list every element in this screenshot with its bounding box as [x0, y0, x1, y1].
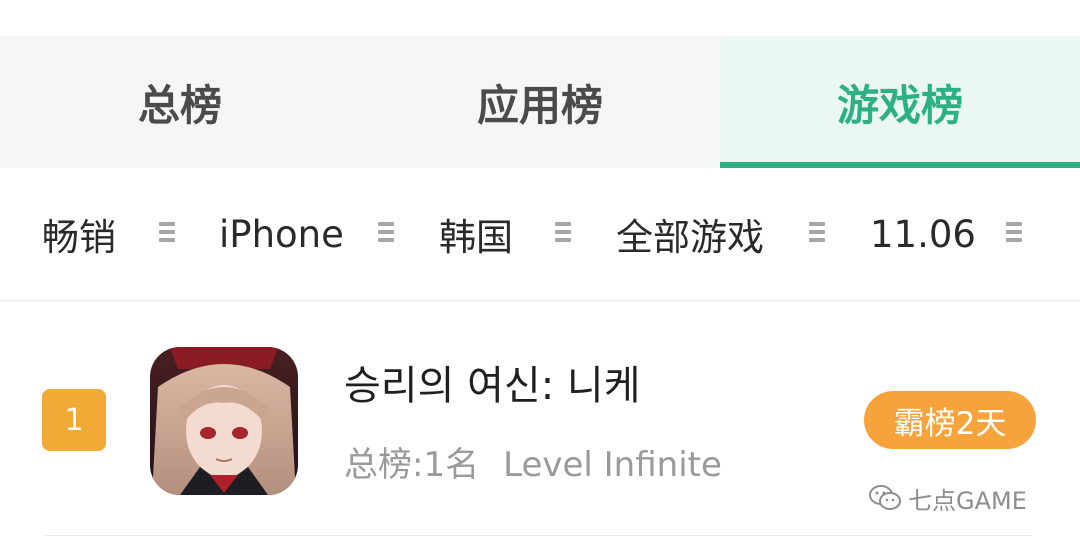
watermark-text: 七点GAME: [908, 486, 1027, 515]
filter-bar: 畅销 iPhone 韩国 全部游戏 11.06: [0, 168, 1080, 301]
overall-rank: 总榜:1名: [344, 445, 480, 485]
menu-icon[interactable]: [159, 222, 177, 246]
filter-device[interactable]: iPhone: [219, 168, 344, 300]
app-name[interactable]: 승리의 여신: 니케: [344, 353, 641, 411]
row-divider: [42, 535, 1032, 536]
watermark: 七点GAME: [868, 480, 1027, 516]
tab-games[interactable]: 游戏榜: [720, 36, 1080, 168]
tab-apps[interactable]: 应用榜: [360, 36, 720, 168]
menu-icon[interactable]: [809, 222, 827, 246]
filter-label: iPhone: [219, 212, 344, 256]
chart-tabs: 总榜 应用榜 游戏榜: [0, 36, 1080, 168]
app-meta: 总榜:1名 Level Infinite: [344, 437, 722, 486]
app-icon[interactable]: [150, 347, 298, 495]
filter-label: 韩国: [439, 216, 513, 259]
filter-chart-type[interactable]: 畅销: [42, 168, 116, 300]
wechat-icon: [869, 485, 901, 510]
filter-label: 畅销: [42, 216, 116, 259]
menu-icon[interactable]: [1006, 222, 1024, 246]
filter-region[interactable]: 韩国: [439, 168, 513, 300]
tab-overall[interactable]: 总榜: [0, 36, 360, 168]
filter-date[interactable]: 11.06: [870, 168, 976, 300]
streak-badge: 霸榜2天: [864, 391, 1036, 449]
filter-label: 全部游戏: [616, 216, 764, 259]
filter-label: 11.06: [870, 212, 976, 256]
menu-icon[interactable]: [378, 222, 396, 246]
menu-icon[interactable]: [555, 222, 573, 246]
filter-category[interactable]: 全部游戏: [616, 168, 764, 300]
top-strip: [0, 0, 1080, 36]
rank-badge: 1: [42, 389, 106, 451]
game-character-icon: [150, 347, 298, 495]
developer-name: Level Infinite: [503, 445, 722, 485]
